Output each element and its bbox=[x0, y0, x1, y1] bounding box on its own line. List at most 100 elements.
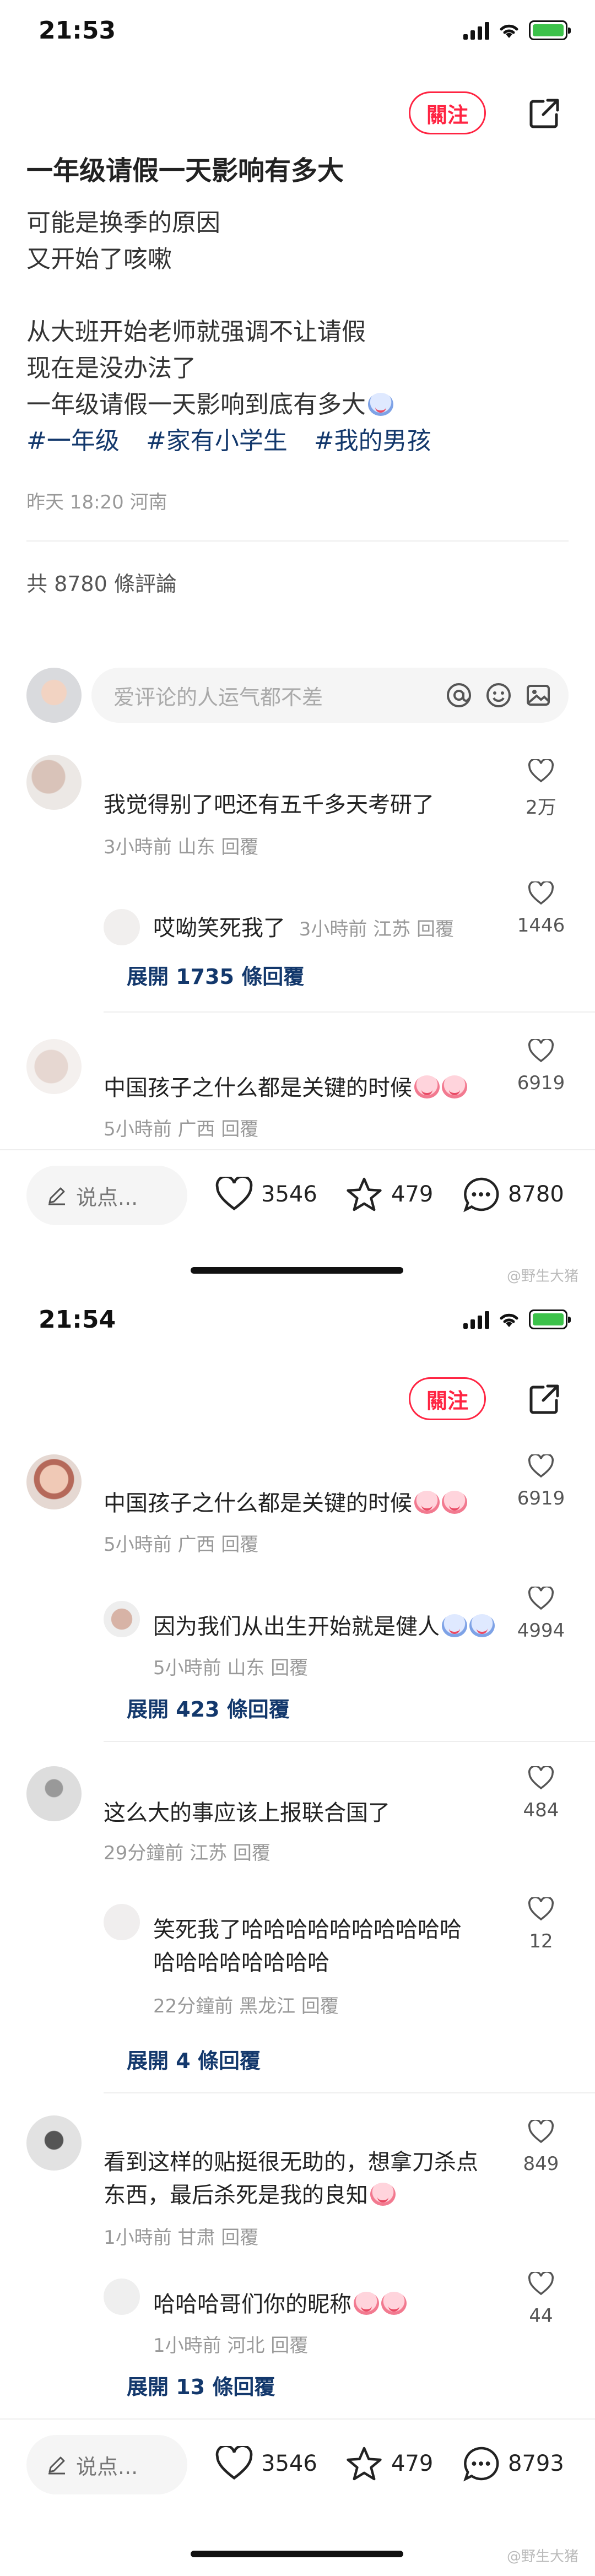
comment-meta: 3小時前 山东 回覆 bbox=[104, 836, 259, 858]
like-button[interactable]: 4994 bbox=[513, 1587, 569, 1642]
avatar[interactable] bbox=[104, 1601, 140, 1637]
comment-action[interactable]: 8793 bbox=[462, 2445, 564, 2482]
share-icon[interactable] bbox=[528, 97, 561, 130]
status-bar: 21:54 bbox=[0, 1289, 595, 1350]
reply-item: 笑死我了哈哈哈哈哈哈哈哈哈哈 哈哈哈哈哈哈哈哈 22分鐘前 黑龙江 回覆 12 bbox=[26, 1893, 569, 2020]
avatar[interactable] bbox=[26, 1454, 82, 1509]
screen-2: 21:54 關注 中国孩子之什么都是关键的时候 5小時前 广西 回覆 6919 … bbox=[0, 1289, 595, 2576]
like-button[interactable]: 849 bbox=[513, 2120, 569, 2175]
pencil-icon bbox=[48, 2456, 65, 2475]
say-placeholder: 说点... bbox=[76, 1185, 138, 1210]
like-count: 6919 bbox=[517, 1487, 565, 1509]
post-line: 又开始了咳嗽 bbox=[26, 245, 172, 273]
comment-meta: 1小時前 甘肃 回覆 bbox=[104, 2227, 259, 2249]
follow-button[interactable]: 關注 bbox=[409, 1377, 486, 1420]
avatar[interactable] bbox=[26, 1766, 82, 1821]
emoji-picker-icon[interactable] bbox=[485, 681, 512, 709]
post-line bbox=[26, 278, 569, 314]
tag-link[interactable]: #家有小学生 bbox=[146, 427, 288, 455]
like-count: 849 bbox=[523, 2153, 559, 2175]
expand-replies[interactable]: 展開 13 條回覆 bbox=[127, 2370, 275, 2400]
say-input[interactable]: 说点... bbox=[26, 1166, 187, 1225]
heart-icon bbox=[528, 1766, 554, 1790]
reply-text-row: 哈哈哈哥们你的昵称 bbox=[153, 2288, 497, 2320]
avatar[interactable] bbox=[104, 909, 140, 945]
heart-icon bbox=[528, 881, 554, 905]
expand-replies[interactable]: 展開 1735 條回覆 bbox=[127, 960, 304, 990]
signal-icon bbox=[463, 1310, 489, 1329]
like-button[interactable]: 1446 bbox=[513, 881, 569, 937]
status-icons bbox=[463, 1309, 571, 1329]
comment-bubble-icon bbox=[463, 2447, 499, 2482]
heart-icon bbox=[528, 2120, 554, 2144]
avatar bbox=[26, 668, 82, 723]
at-icon[interactable] bbox=[445, 681, 473, 709]
image-icon[interactable] bbox=[524, 681, 552, 709]
heart-icon bbox=[528, 1897, 554, 1921]
post-line-last: 一年级请假一天影响到底有多大 bbox=[26, 387, 569, 423]
bottom-divider bbox=[0, 2418, 595, 2420]
comment-total: 8793 bbox=[508, 2451, 564, 2476]
comment-meta: 5小時前 广西 回覆 bbox=[104, 1118, 259, 1140]
comment-text-line: 东西，最后杀死是我的良知 bbox=[104, 2183, 368, 2208]
screen-1: 21:53 關注 一年级请假一天影响有多大 可能是换季的原因 又开始了咳嗽 从大… bbox=[0, 0, 595, 1289]
avatar[interactable] bbox=[104, 2279, 140, 2315]
say-input[interactable]: 说点... bbox=[26, 2435, 187, 2494]
avatar[interactable] bbox=[104, 1904, 140, 1940]
post-topbar: 關注 bbox=[0, 61, 595, 134]
comment-item: 中国孩子之什么都是关键的时候 5小時前 广西 回覆 6919 bbox=[26, 1454, 569, 1565]
collect-action[interactable]: 479 bbox=[345, 1176, 433, 1213]
like-button[interactable]: 44 bbox=[513, 2272, 569, 2327]
collect-action[interactable]: 479 bbox=[345, 2445, 433, 2482]
wifi-icon bbox=[500, 1313, 518, 1327]
like-action[interactable]: 3546 bbox=[215, 2446, 317, 2481]
like-button[interactable]: 6919 bbox=[513, 1454, 569, 1509]
comment-item: 这么大的事应该上报联合国了 29分鐘前 江苏 回覆 484 bbox=[26, 1766, 569, 1871]
like-button[interactable]: 484 bbox=[513, 1766, 569, 1821]
bottom-action-bar: 说点... 3546 479 8780 bbox=[0, 1162, 595, 1229]
like-total: 3546 bbox=[261, 2451, 317, 2476]
post-topbar: 關注 bbox=[0, 1350, 595, 1420]
post-title: 一年级请假一天影响有多大 bbox=[26, 155, 344, 186]
expand-replies[interactable]: 展開 4 條回覆 bbox=[127, 2044, 261, 2074]
reply-text-line: 哈哈哈哈哈哈哈哈 bbox=[153, 1950, 329, 1976]
like-action[interactable]: 3546 bbox=[215, 1177, 317, 1212]
tag-link[interactable]: #我的男孩 bbox=[314, 427, 431, 455]
comment-text-row: 中国孩子之什么都是关键的时候 bbox=[104, 1072, 497, 1104]
divider bbox=[104, 1741, 595, 1742]
say-placeholder: 说点... bbox=[76, 2454, 138, 2479]
comment-input-row: 爱评论的人运气都不差 bbox=[26, 665, 569, 725]
post-line: 现在是没办法了 bbox=[26, 354, 196, 382]
heart-icon bbox=[215, 1177, 253, 1211]
comment-placeholder: 爱评论的人运气都不差 bbox=[113, 685, 323, 710]
reply-meta: 3小時前 江苏 回覆 bbox=[299, 918, 454, 940]
like-button[interactable]: 6919 bbox=[513, 1039, 569, 1094]
reply-text: 哈哈哈哥们你的昵称 bbox=[153, 2292, 351, 2317]
reply-item: 哎呦笑死我了 3小時前 江苏 回覆 1446 bbox=[26, 876, 569, 959]
share-icon[interactable] bbox=[528, 1383, 561, 1416]
comment-meta: 5小時前 广西 回覆 bbox=[104, 1534, 259, 1556]
status-icons bbox=[463, 20, 571, 40]
avatar[interactable] bbox=[26, 755, 82, 810]
like-button[interactable]: 2万 bbox=[513, 759, 569, 819]
reply-item: 哈哈哈哥们你的昵称 1小時前 河北 回覆 44 bbox=[26, 2267, 569, 2361]
avatar[interactable] bbox=[26, 2115, 82, 2171]
follow-button[interactable]: 關注 bbox=[409, 91, 486, 134]
comment-input[interactable]: 爱评论的人运气都不差 bbox=[91, 668, 569, 723]
avatar[interactable] bbox=[26, 1039, 82, 1094]
tag-link[interactable]: #一年级 bbox=[26, 427, 120, 455]
status-bar: 21:53 bbox=[0, 0, 595, 61]
comment-item: 我觉得别了吧还有五千多天考研了 3小時前 山东 回覆 2万 bbox=[26, 755, 569, 865]
heart-icon bbox=[528, 1039, 554, 1063]
like-button[interactable]: 12 bbox=[513, 1897, 569, 1952]
expand-replies[interactable]: 展開 423 條回覆 bbox=[127, 1692, 290, 1723]
wifi-icon bbox=[500, 24, 518, 38]
heart-icon bbox=[528, 2272, 554, 2296]
comment-item: 看到这样的贴挺很无助的，想拿刀杀点 东西，最后杀死是我的良知 1小時前 甘肃 回… bbox=[26, 2115, 569, 2249]
comment-action[interactable]: 8780 bbox=[462, 1176, 564, 1213]
like-count: 484 bbox=[523, 1799, 559, 1821]
reply-text: 哎呦笑死我了 bbox=[153, 916, 285, 941]
emoji-icon bbox=[414, 1491, 440, 1514]
emoji-icon bbox=[442, 1491, 467, 1514]
reply-text-row: 因为我们从出生开始就是健人 bbox=[153, 1611, 497, 1643]
